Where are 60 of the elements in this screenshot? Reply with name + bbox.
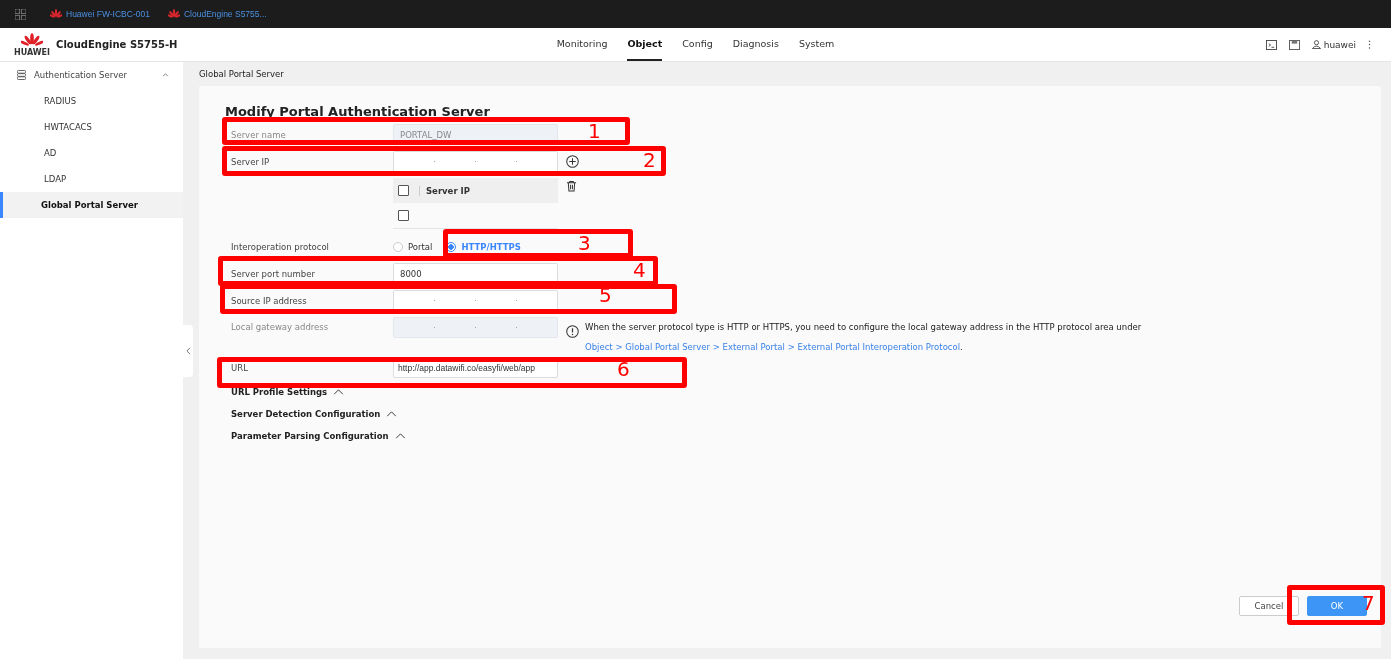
field-label: URL (231, 362, 249, 373)
caret-icon[interactable] (386, 411, 398, 417)
nav-tab[interactable]: Diagnosis (732, 28, 779, 61)
sidebar-item[interactable]: Global Portal Server (0, 192, 183, 218)
field-label: Server IP (231, 156, 271, 167)
annotation-number: 2 (643, 147, 656, 173)
sidebar-group[interactable]: Authentication Server (0, 62, 183, 88)
more-icon[interactable] (1368, 39, 1371, 50)
annotation-number: 3 (578, 230, 591, 256)
nav-tab[interactable]: System (798, 28, 835, 61)
radio-button[interactable] (393, 241, 403, 252)
flower-logo-icon (167, 9, 180, 19)
brand-logo: HUAWEI (14, 32, 51, 57)
hint-text: When the server protocol type is HTTP or HTTPS, you need to configure the local gateway address in the HTTP protocol area under Object > Global Portal Server > External Portal > External Portal Interoperation Protocol. (585, 321, 1143, 354)
caret-icon[interactable] (333, 389, 345, 395)
product-name: CloudEngine S5755-H (56, 39, 178, 50)
checkbox[interactable] (398, 185, 409, 196)
add-icon[interactable] (566, 155, 579, 168)
collapse-handle[interactable] (183, 325, 193, 377)
caret-icon[interactable] (162, 73, 169, 77)
nav-tab[interactable]: Monitoring (556, 28, 608, 61)
section-heading[interactable]: Server Detection Configuration (231, 409, 381, 419)
caret-icon[interactable] (394, 433, 406, 439)
field-label: Server name (231, 129, 287, 140)
sidebar-item[interactable]: HWTACACS (0, 114, 183, 140)
device-tab[interactable]: CloudEngine S5755... (183, 9, 267, 19)
checkbox[interactable] (398, 210, 409, 221)
nav-tab[interactable]: Config (682, 28, 713, 61)
ip-address-field[interactable] (393, 290, 558, 311)
user-name[interactable]: huawei (1323, 39, 1356, 50)
user-icon[interactable] (1311, 40, 1321, 49)
field-label: Server port number (231, 268, 316, 279)
terminal-icon[interactable] (1265, 39, 1277, 50)
flower-logo-icon (50, 9, 62, 19)
ip-address-field[interactable] (393, 151, 558, 172)
sidebar-item[interactable]: LDAP (0, 166, 183, 192)
radio-button[interactable] (446, 241, 457, 252)
trash-icon[interactable] (566, 180, 577, 192)
radio-label[interactable]: Portal (408, 241, 433, 252)
section-heading[interactable]: Parameter Parsing Configuration (231, 431, 389, 441)
field-label: Source IP address (231, 295, 308, 306)
info-icon (566, 325, 579, 338)
save-icon[interactable] (1288, 39, 1300, 50)
sidebar-item[interactable]: AD (0, 140, 183, 166)
sidebar-item[interactable]: RADIUS (0, 88, 183, 114)
breadcrumb: Global Portal Server (199, 68, 285, 81)
apps-icon[interactable] (15, 8, 26, 20)
field-label: Local gateway address (231, 321, 330, 332)
form-title: Modify Portal Authentication Server (225, 104, 491, 121)
annotation-number: 1 (588, 118, 601, 144)
column-header: Server IP (419, 185, 470, 196)
nav-tab[interactable]: Object (627, 28, 663, 61)
annotation-number: 4 (633, 257, 646, 283)
cancel-button[interactable]: Cancel (1239, 596, 1299, 616)
annotation-number: 6 (617, 356, 630, 382)
database-icon (17, 70, 26, 80)
field-label: Interoperation protocol (231, 241, 330, 252)
group-label[interactable]: Authentication Server (34, 70, 154, 80)
section-heading[interactable]: URL Profile Settings (231, 387, 328, 397)
device-tab[interactable]: Huawei FW-ICBC-001 (66, 9, 150, 19)
